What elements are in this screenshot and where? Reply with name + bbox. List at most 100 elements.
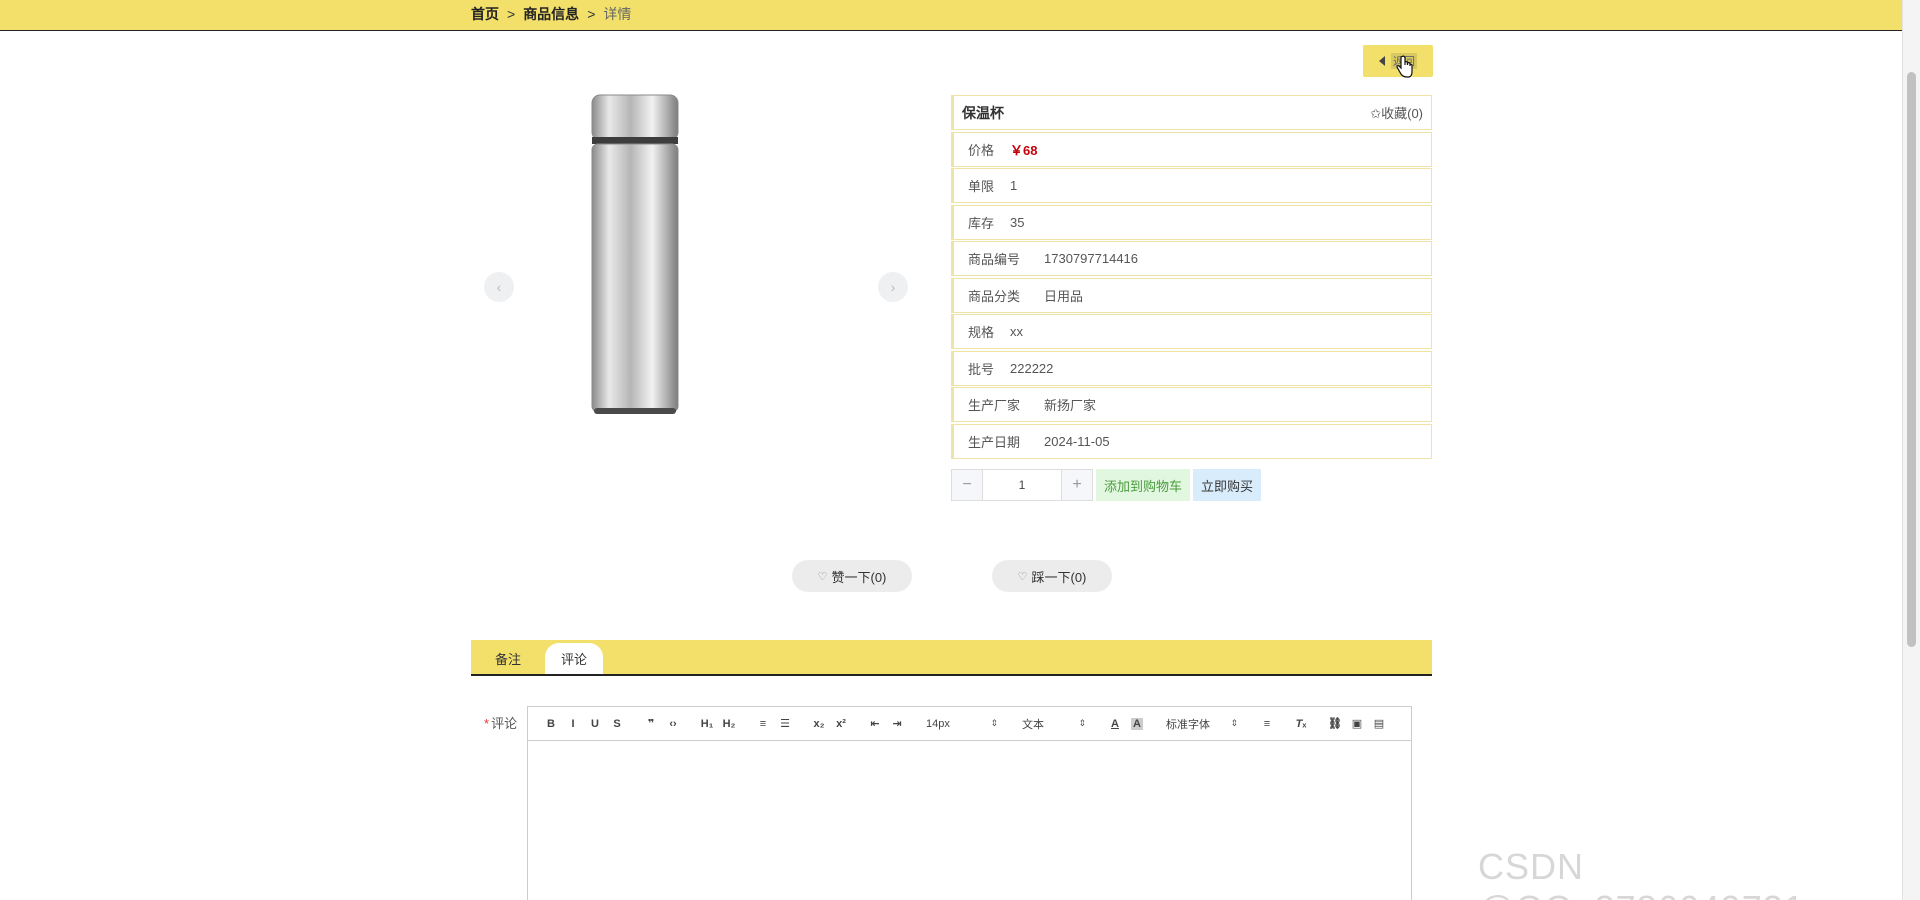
comment-editor[interactable]: B I U S ❞ ‹› H₁ H₂ ≡ ☰ x₂ x² ⇤ ⇥ 14px ⇕ … xyxy=(527,706,1412,900)
subscript-button[interactable]: x₂ xyxy=(808,718,830,730)
product-image-carousel: ‹ › xyxy=(471,80,911,495)
maker-row: 生产厂家 新扬厂家 xyxy=(951,387,1432,422)
underline-button[interactable]: U xyxy=(584,718,606,730)
text-style-value: 文本 xyxy=(1022,718,1044,731)
video-icon[interactable]: ▤ xyxy=(1368,717,1390,730)
background-color-icon[interactable]: A xyxy=(1126,717,1148,730)
required-mark: * xyxy=(484,716,490,731)
bold-button[interactable]: B xyxy=(540,718,562,730)
code-block-button[interactable]: ‹› xyxy=(662,718,684,730)
align-icon[interactable]: ≡ xyxy=(1256,718,1278,730)
dislike-button[interactable]: ♡ 踩一下(0) xyxy=(992,560,1112,592)
batch-row: 批号 222222 xyxy=(951,350,1432,386)
select-arrows-icon: ⇕ xyxy=(1078,718,1086,728)
price-label: 价格 xyxy=(968,142,995,158)
date-label: 生产日期 xyxy=(968,434,1021,450)
top-bar: 首页 > 商品信息 > 详情 xyxy=(0,0,1902,31)
breadcrumb-current: 详情 xyxy=(603,6,632,22)
category-row: 商品分类 日用品 xyxy=(951,277,1432,313)
select-arrows-icon: ⇕ xyxy=(990,718,998,728)
stock-label: 库存 xyxy=(968,215,995,231)
category-label: 商品分类 xyxy=(968,288,1021,304)
code-value: 1730797714416 xyxy=(1044,251,1139,266)
add-to-cart-button[interactable]: 添加到购物车 xyxy=(1096,469,1191,501)
breadcrumb: 首页 > 商品信息 > 详情 xyxy=(471,4,631,24)
limit-row: 单限 1 xyxy=(951,168,1432,203)
breadcrumb-home[interactable]: 首页 xyxy=(471,4,499,24)
purchase-controls: − + 添加到购物车 立即购买 xyxy=(951,469,1262,501)
italic-button[interactable]: I xyxy=(562,718,584,730)
comment-label-text: 评论 xyxy=(491,716,518,731)
carousel-prev-button[interactable]: ‹ xyxy=(484,272,514,302)
strikethrough-button[interactable]: S xyxy=(606,718,628,730)
indent-button[interactable]: ⇥ xyxy=(886,717,908,730)
maker-value: 新扬厂家 xyxy=(1044,398,1097,413)
select-arrows-icon: ⇕ xyxy=(1230,718,1238,728)
text-style-select[interactable]: 文本 ⇕ xyxy=(1016,716,1092,732)
font-color-icon[interactable]: A xyxy=(1104,718,1126,730)
comment-field-label: * 评论 xyxy=(484,713,517,732)
outdent-button[interactable]: ⇤ xyxy=(864,717,886,730)
buy-now-button[interactable]: 立即购买 xyxy=(1193,469,1262,501)
blockquote-button[interactable]: ❞ xyxy=(640,717,662,730)
code-label: 商品编号 xyxy=(968,252,1021,267)
caret-left-icon xyxy=(1379,56,1385,66)
increase-button[interactable]: + xyxy=(1062,470,1092,500)
thumbs-down-icon: ♡ xyxy=(1017,570,1028,583)
hand-cursor-icon xyxy=(1396,55,1413,78)
batch-value: 222222 xyxy=(1010,360,1054,376)
like-button[interactable]: ♡ 赞一下(0) xyxy=(792,560,912,592)
product-title-row: 保温杯 ✩收藏(0) xyxy=(951,95,1432,130)
product-name: 保温杯 xyxy=(962,104,1004,121)
tab-comment[interactable]: 评论 xyxy=(545,643,604,674)
product-info-panel: 保温杯 ✩收藏(0) 价格 ￥68 单限 1 库存 35 商品编号 173079… xyxy=(951,95,1432,460)
heading1-button[interactable]: H₁ xyxy=(696,718,718,730)
breadcrumb-separator: > xyxy=(507,6,516,22)
font-size-select[interactable]: 14px ⇕ xyxy=(920,718,1004,730)
maker-label: 生产厂家 xyxy=(968,398,1021,413)
superscript-button[interactable]: x² xyxy=(830,718,852,730)
date-row: 生产日期 2024-11-05 xyxy=(951,423,1432,459)
carousel-next-button[interactable]: › xyxy=(878,272,908,302)
heading2-button[interactable]: H₂ xyxy=(718,718,740,730)
clear-format-icon[interactable]: Tₓ xyxy=(1290,718,1312,730)
chevron-right-icon: › xyxy=(890,279,896,295)
detail-tabs: 备注 评论 xyxy=(471,640,1432,676)
ordered-list-button[interactable]: ≡ xyxy=(752,718,774,730)
spec-value: xx xyxy=(1010,324,1024,339)
price-row: 价格 ￥68 xyxy=(951,131,1432,167)
vertical-scrollbar[interactable] xyxy=(1902,0,1920,900)
like-label: 赞一下(0) xyxy=(831,569,887,585)
thumbs-up-icon: ♡ xyxy=(817,570,828,583)
date-value: 2024-11-05 xyxy=(1044,433,1110,449)
editor-toolbar: B I U S ❞ ‹› H₁ H₂ ≡ ☰ x₂ x² ⇤ ⇥ 14px ⇕ … xyxy=(528,707,1411,741)
tab-remark[interactable]: 备注 xyxy=(479,643,537,674)
product-image xyxy=(591,94,679,414)
dislike-label: 踩一下(0) xyxy=(1031,569,1087,585)
breadcrumb-category[interactable]: 商品信息 xyxy=(523,4,579,24)
scrollbar-thumb[interactable] xyxy=(1907,72,1916,647)
link-icon[interactable]: ⛓ xyxy=(1324,717,1346,730)
limit-value: 1 xyxy=(1010,178,1018,193)
image-icon[interactable]: ▣ xyxy=(1346,717,1368,730)
chevron-left-icon: ‹ xyxy=(496,279,502,295)
category-value: 日用品 xyxy=(1044,288,1084,304)
price-value: ￥68 xyxy=(1010,142,1038,158)
limit-label: 单限 xyxy=(968,179,995,194)
decrease-button[interactable]: − xyxy=(952,470,982,500)
code-row: 商品编号 1730797714416 xyxy=(951,241,1432,276)
spec-label: 规格 xyxy=(968,325,995,340)
watermark: CSDN @QQ_3786649731 xyxy=(1478,846,1804,900)
spec-row: 规格 xx xyxy=(951,314,1432,349)
breadcrumb-separator: > xyxy=(587,6,596,22)
quantity-input[interactable] xyxy=(982,470,1062,500)
stock-value: 35 xyxy=(1010,214,1025,230)
stock-row: 库存 35 xyxy=(951,204,1432,240)
favorite-button[interactable]: ✩收藏(0) xyxy=(1370,103,1423,122)
font-size-value: 14px xyxy=(926,717,950,730)
quantity-stepper: − + xyxy=(951,469,1093,501)
font-family-value: 标准字体 xyxy=(1166,718,1210,731)
bullet-list-button[interactable]: ☰ xyxy=(774,717,796,730)
batch-label: 批号 xyxy=(968,361,995,377)
font-family-select[interactable]: 标准字体 ⇕ xyxy=(1160,716,1244,732)
